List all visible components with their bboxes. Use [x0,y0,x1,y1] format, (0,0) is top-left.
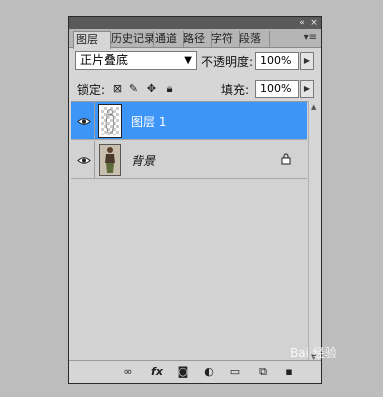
opacity-label: 不透明度: [201,55,254,69]
blend-mode-select[interactable]: 正片叠底 ▼ [75,51,197,70]
adjustment-icon[interactable]: ◐ [201,364,217,380]
folder-icon[interactable]: ▭ [227,364,243,380]
opacity-slider-button[interactable]: ▶ [300,52,314,70]
layer-thumbnail [99,144,121,176]
layer-thumbnail [98,104,122,138]
layer-name[interactable]: 图层 1 [131,113,166,130]
lock-position-move-icon[interactable]: ✥ [145,82,158,95]
fill-input[interactable]: 100% [255,80,299,98]
link-icon[interactable]: ∞ [119,364,137,380]
mask-icon[interactable]: ◙ [175,364,191,380]
opacity-input[interactable]: 100% [255,52,299,70]
trash-icon[interactable]: ▪ [281,364,297,380]
layers-list: 图层 1 背景 [71,101,319,364]
fill-label: 填充: [221,83,250,97]
panel-tabs: 图层 历史记录 通道 路径 字符 段落 ▾≡ [69,29,321,49]
tab-layers[interactable]: 图层 [73,31,111,49]
lock-transparency-icon[interactable]: ⊠ [111,82,124,95]
scroll-up-icon[interactable]: ▲ [311,103,316,111]
person-photo-icon [105,147,115,173]
lock-label: 锁定: [77,83,106,97]
dropdown-arrow-icon: ▼ [184,55,192,66]
panel-menu-icon[interactable]: ▾≡ [304,32,317,43]
close-icon[interactable]: × [309,18,319,28]
tab-history[interactable]: 历史记录 [109,31,154,47]
fx-icon[interactable]: fx [147,364,167,380]
visibility-toggle[interactable] [73,141,95,178]
tab-channels[interactable]: 通道 [153,31,184,47]
eye-icon [77,157,91,164]
layers-panel: « × 图层 历史记录 通道 路径 字符 段落 ▾≡ 正片叠底 ▼ 不透明度: … [68,16,322,384]
eye-icon [77,118,91,125]
fill-slider-button[interactable]: ▶ [300,80,314,98]
lock-all-icon[interactable]: 🔒︎ [163,82,176,95]
collapse-icon[interactable]: « [297,18,307,28]
tab-paragraph[interactable]: 段落 [237,31,270,47]
lock-icon [281,153,291,165]
watermark: Bai 经验 [290,346,337,360]
layer-name[interactable]: 背景 [131,152,155,169]
layer-row-background[interactable]: 背景 [71,141,307,179]
layers-scrollbar[interactable]: ▲ ▼ [308,101,321,363]
visibility-toggle[interactable] [73,102,95,139]
tab-character[interactable]: 字符 [209,31,240,47]
figure-outline-icon [105,109,115,134]
blend-mode-value: 正片叠底 [80,53,129,67]
tab-paths[interactable]: 路径 [181,31,212,47]
lock-pixels-brush-icon[interactable]: ✎ [127,82,140,95]
layers-bottom-toolbar: ∞ fx ◙ ◐ ▭ ⧉ ▪ [69,360,321,383]
panel-titlebar: « × [69,17,321,29]
layer-row-layer1[interactable]: 图层 1 [71,102,307,140]
new-layer-icon[interactable]: ⧉ [255,364,271,380]
